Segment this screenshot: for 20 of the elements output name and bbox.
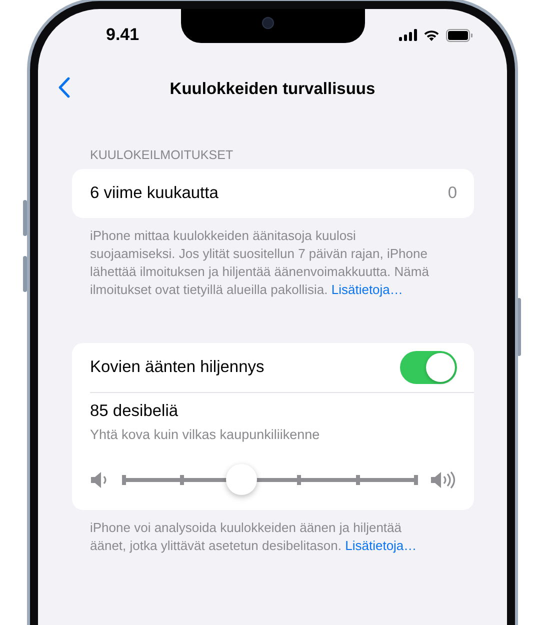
back-button[interactable] bbox=[56, 75, 72, 100]
learn-more-link[interactable]: Lisätietoja… bbox=[345, 538, 417, 553]
signal-icon bbox=[399, 29, 417, 41]
footnote-text: iPhone voi analysoida kuulokkeiden äänen ja hiljentää äänet, jotka ylittävät asetetun desibelitason. Lisätietoja… bbox=[89, 519, 418, 555]
battery-icon bbox=[446, 28, 473, 42]
section-header: KUULOKEILMOITUKSET bbox=[89, 148, 234, 162]
toggle-label: Kovien äänten hiljennys bbox=[90, 358, 264, 377]
level-subtitle: Yhtä kova kuin vilkas kaupunkiliikenne bbox=[90, 427, 321, 442]
level-title: 85 desibeliä bbox=[90, 402, 180, 421]
page-title: Kuulokkeiden turvallisuus bbox=[170, 80, 376, 98]
learn-more-link[interactable]: Lisätietoja… bbox=[331, 282, 403, 297]
row-value: 0 bbox=[448, 184, 457, 203]
status-time: 9.41 bbox=[106, 25, 140, 45]
wifi-icon bbox=[423, 29, 440, 41]
slider-thumb[interactable] bbox=[226, 464, 257, 495]
camera-icon bbox=[262, 17, 274, 29]
volume-up-icon bbox=[430, 471, 456, 489]
row-label: 6 viime kuukautta bbox=[90, 184, 218, 203]
footnote-text: iPhone mittaa kuulokkeiden äänitasoja kuulosi suojaamiseksi. Jos ylität suositellun 7 päivän rajan, iPhone lähettää ilmoituksen ja hiljentää äänenvoimakkuutta. Nämä ilmoitukset ovat tietyillä alueilla pakollisia. Lisätietoja… bbox=[89, 227, 430, 299]
toggle-switch[interactable] bbox=[400, 351, 457, 384]
